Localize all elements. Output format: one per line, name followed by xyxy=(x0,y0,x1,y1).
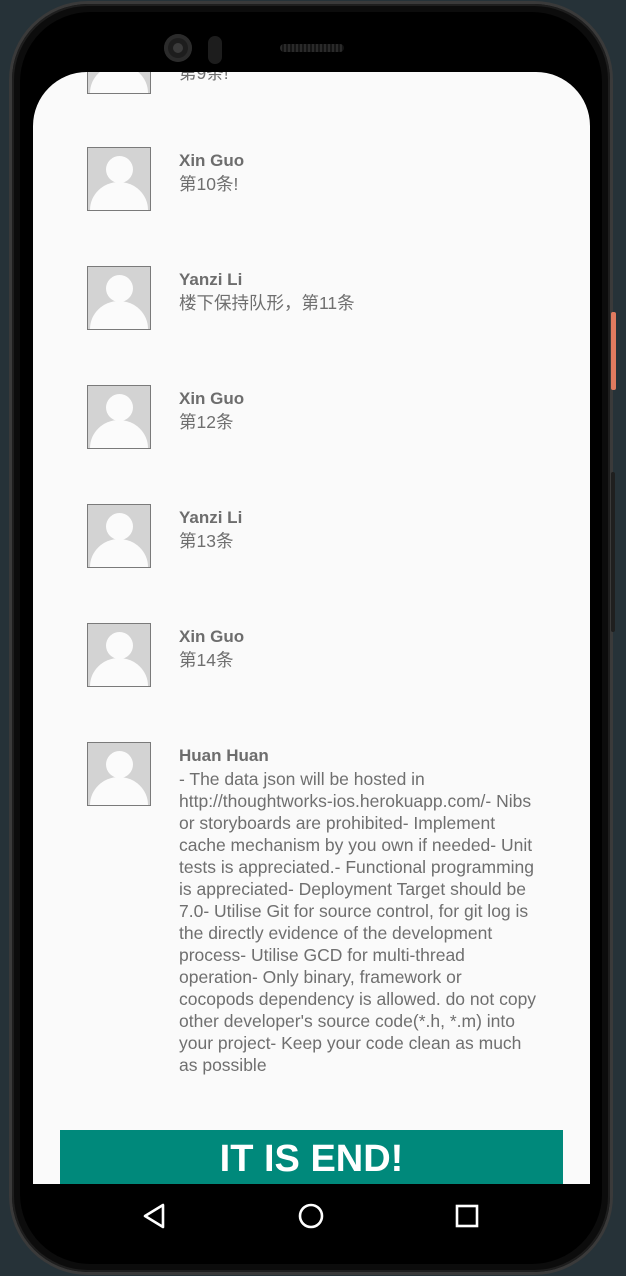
avatar-head-icon xyxy=(106,156,133,183)
tweet-text: Xin Guo 第12条 xyxy=(179,387,537,433)
tweet-content: - The data json will be hosted in http:/… xyxy=(179,769,537,1075)
tweet-text: Huan Huan - The data json will be hosted… xyxy=(179,744,537,1076)
volume-rocker[interactable] xyxy=(611,472,615,632)
tweet-content: 第12条 xyxy=(179,412,234,432)
tweet-author-name[interactable]: Xin Guo xyxy=(179,625,537,649)
tweet-content: 第10条! xyxy=(179,174,239,194)
avatar[interactable] xyxy=(87,72,151,94)
avatar[interactable] xyxy=(87,147,151,211)
end-banner: IT IS END! xyxy=(60,1130,563,1184)
avatar[interactable] xyxy=(87,266,151,330)
recents-square-icon[interactable] xyxy=(451,1200,483,1232)
avatar[interactable] xyxy=(87,742,151,806)
proximity-sensor-icon xyxy=(208,36,222,64)
tweet-content: 楼下保持队形，第11条 xyxy=(179,293,355,313)
avatar-body-icon xyxy=(90,72,148,93)
avatar-body-icon xyxy=(90,539,148,567)
tweet-text: Yanzi Li 第13条 xyxy=(179,506,537,552)
avatar-head-icon xyxy=(106,632,133,659)
tweet-text: Xin Guo 第10条! xyxy=(179,149,537,195)
power-button[interactable] xyxy=(611,312,616,390)
tweet-author-name[interactable]: Huan Huan xyxy=(179,744,537,768)
tweet-text: Yanzi Li 楼下保持队形，第11条 xyxy=(179,268,537,314)
home-circle-icon[interactable] xyxy=(295,1200,327,1232)
avatar-head-icon xyxy=(106,513,133,540)
avatar-body-icon xyxy=(90,301,148,329)
earpiece-speaker-icon xyxy=(280,44,344,52)
avatar-body-icon xyxy=(90,182,148,210)
avatar-head-icon xyxy=(106,275,133,302)
tweet-author-name[interactable]: Yanzi Li xyxy=(179,268,537,292)
app-screen: 第9条! Xin Guo 第10条! Yanzi Li 楼下保持队形，第11条 xyxy=(33,72,590,1184)
front-camera-icon xyxy=(164,34,192,62)
tweet-content: 第14条 xyxy=(179,650,234,670)
avatar-body-icon xyxy=(90,420,148,448)
tweet-text: 第9条! xyxy=(179,72,537,84)
avatar-body-icon xyxy=(90,777,148,805)
tweet-author-name[interactable]: Xin Guo xyxy=(179,149,537,173)
tweet-author-name[interactable]: Yanzi Li xyxy=(179,506,537,530)
tweet-content: 第9条! xyxy=(179,72,229,83)
avatar[interactable] xyxy=(87,623,151,687)
avatar-body-icon xyxy=(90,658,148,686)
avatar[interactable] xyxy=(87,504,151,568)
avatar[interactable] xyxy=(87,385,151,449)
back-triangle-icon[interactable] xyxy=(139,1200,171,1232)
tweet-text: Xin Guo 第14条 xyxy=(179,625,537,671)
tweet-author-name[interactable]: Xin Guo xyxy=(179,387,537,411)
system-navigation-bar xyxy=(33,1184,590,1248)
tweet-content: 第13条 xyxy=(179,531,234,551)
avatar-head-icon xyxy=(106,394,133,421)
avatar-head-icon xyxy=(106,751,133,778)
